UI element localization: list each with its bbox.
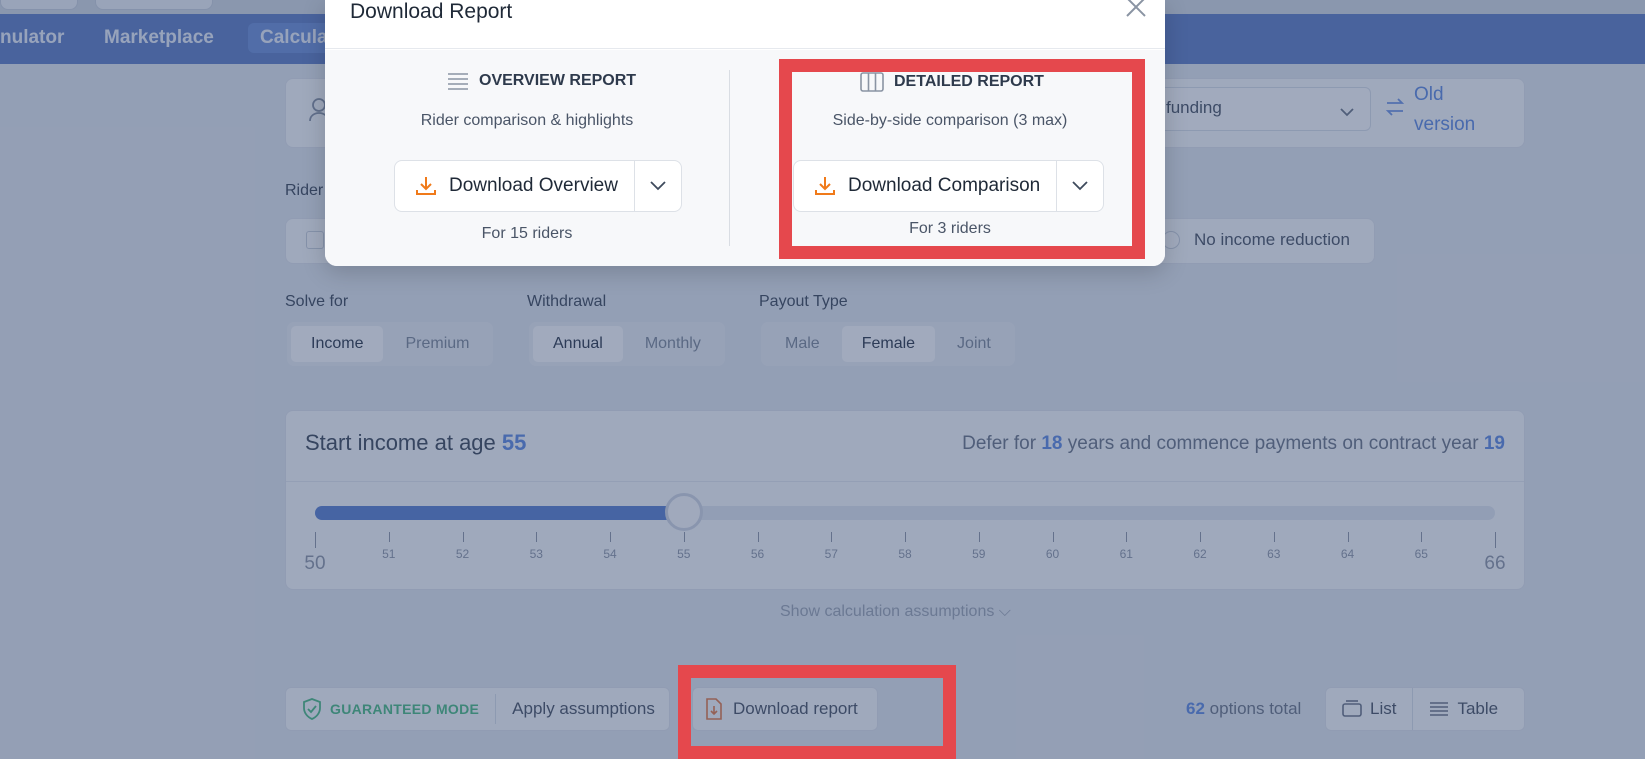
overview-heading-text: OVERVIEW REPORT [479,72,637,89]
modal-title: Download Report [350,0,513,23]
highlight-box-download-report [678,665,956,759]
download-overview-label: Download Overview [449,175,618,196]
chevron-down-icon [650,181,666,191]
download-overview-split-button: Download Overview [394,160,682,212]
overview-options-dropdown[interactable] [635,161,681,211]
modal-header: Download Report [325,0,1165,49]
overview-rider-count: For 15 riders [481,225,573,242]
modal-divider [729,70,730,246]
lines-icon [448,73,468,90]
overview-heading: OVERVIEW REPORT [447,72,636,90]
download-icon [416,177,436,195]
overview-subtitle: Rider comparison & highlights [420,112,634,129]
close-icon[interactable] [1123,0,1149,20]
highlight-box-detailed-report [779,59,1145,259]
download-overview-button[interactable]: Download Overview [395,161,635,211]
